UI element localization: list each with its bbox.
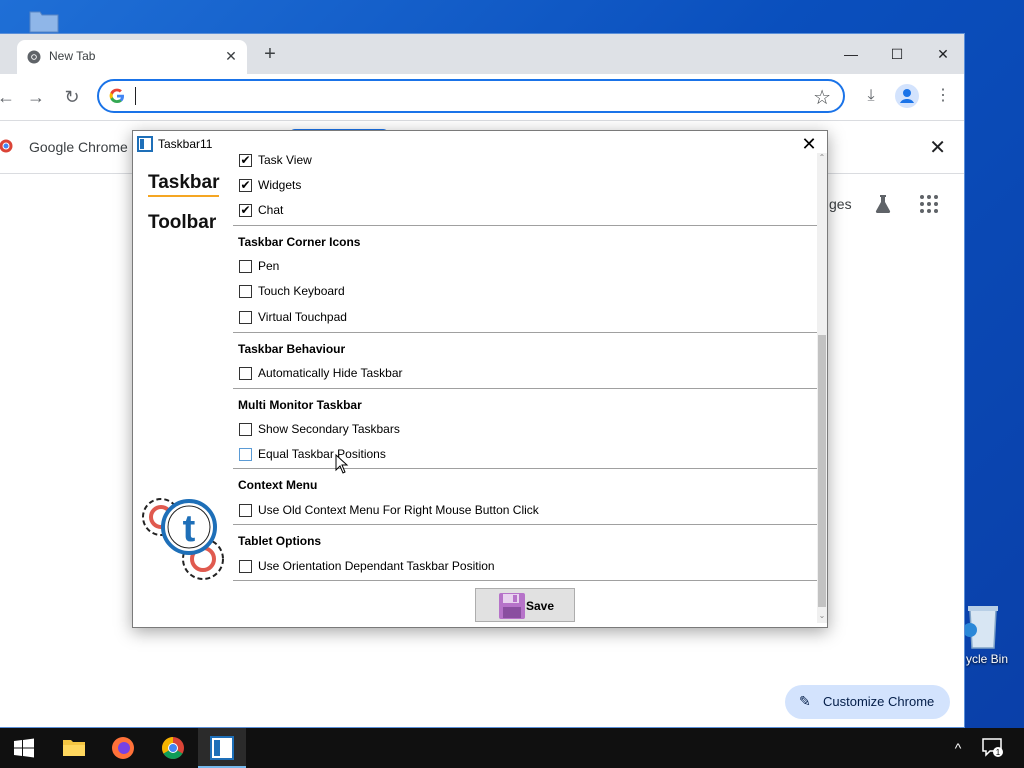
side-tab-toolbar[interactable]: Toolbar <box>148 212 216 234</box>
info-bar-close-icon[interactable]: ✕ <box>929 135 946 160</box>
option-label: Show Secondary Taskbars <box>258 422 400 436</box>
tab-close-icon[interactable]: ✕ <box>221 46 241 66</box>
option-label: Widgets <box>258 178 302 192</box>
google-apps-icon[interactable] <box>919 194 939 214</box>
option-label: Use Old Context Menu For Right Mouse But… <box>258 503 539 517</box>
profile-avatar-icon[interactable] <box>895 84 919 108</box>
dialog-title: Taskbar11 <box>158 137 213 151</box>
desktop-folder-icon[interactable] <box>28 10 60 34</box>
checkbox-equal-positions[interactable] <box>239 448 252 461</box>
new-tab-button[interactable]: + <box>259 43 281 65</box>
pencil-icon: ✎ <box>799 693 811 709</box>
tab-title: New Tab <box>49 49 96 63</box>
checkbox-auto-hide[interactable] <box>239 367 252 380</box>
forward-button[interactable]: → <box>25 86 47 108</box>
section-title-context-menu: Context Menu <box>238 478 318 492</box>
bookmark-star-icon[interactable]: ☆ <box>813 85 831 110</box>
download-icon[interactable]: ⤓ <box>857 82 885 110</box>
section-divider <box>233 468 817 469</box>
taskbar11-gears-logo-icon: t <box>142 498 224 580</box>
images-link[interactable]: ges <box>829 196 852 212</box>
section-divider <box>233 580 817 581</box>
chrome-logo-icon <box>0 139 13 153</box>
checkbox-virtual-touchpad[interactable] <box>239 311 252 324</box>
taskbar11-app-icon <box>137 136 153 152</box>
address-input[interactable] <box>133 84 793 108</box>
firefox-icon <box>112 737 134 759</box>
omnibox[interactable]: ☆ <box>97 79 845 113</box>
labs-flask-icon[interactable] <box>871 192 895 216</box>
side-tab-taskbar[interactable]: Taskbar <box>148 172 220 197</box>
browser-toolbar: ← → ↻ ☆ ⤓ ⋮ <box>0 74 964 120</box>
section-divider <box>233 388 817 389</box>
option-label: Equal Taskbar Positions <box>258 447 386 461</box>
floppy-disk-icon <box>499 593 525 619</box>
section-divider <box>233 524 817 525</box>
back-button[interactable]: ← <box>0 86 17 108</box>
option-label: Chat <box>258 203 284 217</box>
section-title-multi-monitor: Multi Monitor Taskbar <box>238 398 362 412</box>
text-caret <box>135 87 136 105</box>
section-title-behaviour: Taskbar Behaviour <box>238 342 346 356</box>
chrome-icon <box>162 737 184 759</box>
option-label: Automatically Hide Taskbar <box>258 366 403 380</box>
minimize-button[interactable]: — <box>829 40 873 68</box>
tab-strip: New Tab ✕ + — ☐ ✕ <box>0 34 964 74</box>
customize-chrome-button[interactable]: ✎ Customize Chrome <box>785 685 950 719</box>
google-g-icon <box>109 88 124 103</box>
checkbox-touch-keyboard[interactable] <box>239 285 252 298</box>
reload-button[interactable]: ↻ <box>61 86 83 108</box>
scroll-thumb[interactable] <box>818 335 826 607</box>
checkbox-chat[interactable]: ✔ <box>239 204 252 217</box>
firefox-button[interactable] <box>99 728 147 768</box>
info-bar-text: Google Chrome is <box>29 139 142 155</box>
checkbox-pen[interactable] <box>239 260 252 273</box>
checkbox-task-view[interactable]: ✔ <box>239 154 252 167</box>
checkbox-widgets[interactable]: ✔ <box>239 179 252 192</box>
chrome-favicon-icon <box>27 50 41 64</box>
section-title-corner-icons: Taskbar Corner Icons <box>238 235 361 249</box>
scroll-up-icon[interactable]: ⌃ <box>817 153 827 165</box>
taskbar11-icon <box>210 736 234 760</box>
maximize-button[interactable]: ☐ <box>875 40 919 68</box>
start-button[interactable] <box>0 728 48 768</box>
option-label: Task View <box>258 153 312 167</box>
folder-icon <box>63 740 85 756</box>
notification-icon[interactable]: 1 <box>982 738 1004 758</box>
chrome-taskbar-button[interactable] <box>149 728 197 768</box>
svg-text:t: t <box>183 508 196 550</box>
recycle-bin-label[interactable]: ycle Bin <box>966 652 1008 666</box>
option-label: Virtual Touchpad <box>258 310 347 324</box>
file-explorer-button[interactable] <box>50 728 98 768</box>
options-scrollbar[interactable]: ⌃ ⌄ <box>817 153 827 623</box>
menu-kebab-icon[interactable]: ⋮ <box>929 82 957 110</box>
option-label: Pen <box>258 259 280 273</box>
section-divider <box>233 225 817 226</box>
section-divider <box>233 332 817 333</box>
notification-count: 1 <box>996 748 1001 757</box>
option-label: Use Orientation Dependant Taskbar Positi… <box>258 559 495 573</box>
option-label: Touch Keyboard <box>258 284 345 298</box>
save-button[interactable]: Save <box>475 588 575 622</box>
taskbar11-dialog: Taskbar11 ✕ Taskbar Toolbar t ✔ Task Vie… <box>132 130 828 628</box>
checkbox-orientation-position[interactable] <box>239 560 252 573</box>
close-window-button[interactable]: ✕ <box>921 40 964 68</box>
mouse-cursor-icon <box>335 454 349 474</box>
windows-taskbar: ^ 1 <box>0 728 1024 768</box>
windows-logo-icon <box>14 738 34 758</box>
scroll-down-icon[interactable]: ⌄ <box>817 611 827 623</box>
taskbar11-taskbar-button[interactable] <box>198 728 246 768</box>
save-label: Save <box>526 599 555 613</box>
options-panel: ✔ Task View ✔ Widgets ✔ Chat Taskbar Cor… <box>233 151 817 583</box>
tray-chevron-icon[interactable]: ^ <box>948 738 968 758</box>
section-title-tablet-options: Tablet Options <box>238 534 322 548</box>
tab-new-tab[interactable]: New Tab ✕ <box>17 40 247 74</box>
customize-chrome-label: Customize Chrome <box>823 694 935 709</box>
checkbox-old-context-menu[interactable] <box>239 504 252 517</box>
checkbox-secondary-taskbars[interactable] <box>239 423 252 436</box>
